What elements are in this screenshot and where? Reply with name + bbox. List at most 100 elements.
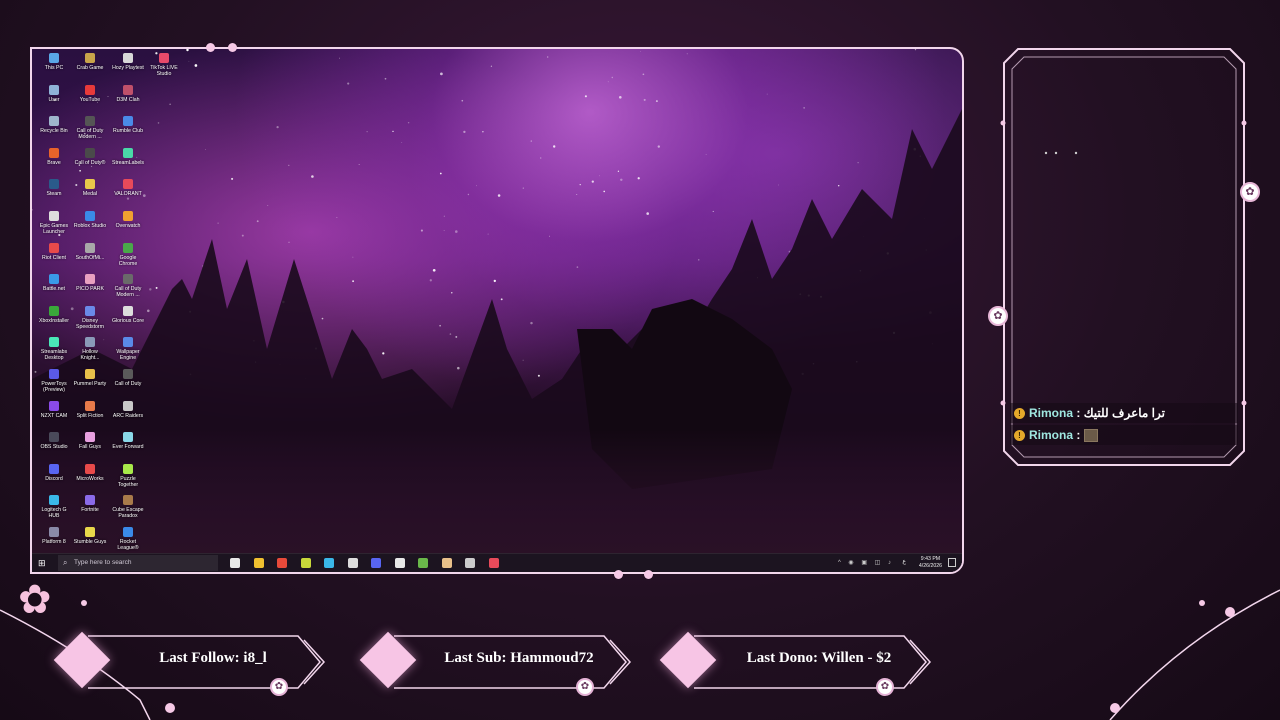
flower-icon: ✿ xyxy=(876,678,894,696)
taskbar-app-icon[interactable] xyxy=(230,558,240,568)
app-icon xyxy=(123,116,133,127)
desktop-icon[interactable]: Roblox Studio xyxy=(72,211,108,229)
last-follow-label: Last Follow: i8_l xyxy=(159,650,267,666)
desktop-icon[interactable]: Epic Games Launcher xyxy=(36,211,72,235)
chat-separator: : xyxy=(1073,428,1084,442)
desktop-icon[interactable]: OBS Studio xyxy=(36,432,72,450)
desktop-icon[interactable]: Call of Duty xyxy=(110,369,146,387)
desktop-icon[interactable]: Stumble Guys xyxy=(72,527,108,545)
desktop-icon[interactable]: Overwatch xyxy=(110,211,146,229)
desktop-icon[interactable]: Rumble Club xyxy=(110,116,146,134)
desktop-icon[interactable]: Puzzle Together xyxy=(110,463,146,488)
app-icon xyxy=(49,211,59,221)
app-icon xyxy=(85,242,95,253)
desktop-icon[interactable]: Call of Duty Modern ... xyxy=(72,116,108,140)
desktop-icon[interactable]: MicroWorks xyxy=(72,463,108,482)
desktop-icon-label: Call of Duty xyxy=(114,381,142,387)
desktop-icon[interactable]: Fortnite xyxy=(72,495,108,513)
desktop-icon[interactable]: Battle.net xyxy=(36,274,72,292)
taskbar-app-icon[interactable] xyxy=(418,558,428,568)
desktop-icon[interactable]: Medal xyxy=(72,179,108,197)
desktop-icon[interactable]: PowerToys (Preview) xyxy=(36,369,72,393)
desktop-icon[interactable]: TikTok LIVE Studio xyxy=(146,53,182,77)
app-icon xyxy=(85,84,95,95)
app-icon xyxy=(49,369,59,379)
last-dono-panel: Last Dono: Willen - $2 ✿ xyxy=(659,631,934,696)
desktop-icon[interactable]: Hollow Knight... xyxy=(72,337,108,361)
desktop-icon[interactable]: D3M Clah xyxy=(110,84,146,103)
taskbar-app-icon[interactable] xyxy=(300,558,311,568)
app-icon xyxy=(123,211,133,221)
desktop-icon[interactable]: Logitech G HUB xyxy=(36,495,72,519)
taskbar-app-icon[interactable] xyxy=(277,558,287,568)
taskbar-app-icon[interactable] xyxy=(394,558,405,568)
desktop-icon-label: Riot Client xyxy=(42,254,66,261)
desktop-icon[interactable]: NZXT CAM xyxy=(36,400,72,419)
app-icon xyxy=(123,305,133,316)
desktop-icon[interactable]: Rocket League® xyxy=(110,527,146,551)
taskbar-search-input[interactable]: ⌕ Type here to search xyxy=(58,555,218,571)
last-sub-panel: Last Sub: Hammoud72 ✿ xyxy=(359,631,634,696)
desktop-icon[interactable]: Glorious Core xyxy=(110,305,146,324)
desktop-icon[interactable]: VALORANT xyxy=(110,179,146,197)
chat-username: Rimona xyxy=(1029,406,1074,420)
desktop-icon[interactable]: ARC Raiders xyxy=(110,400,146,419)
desktop-icon[interactable]: Split Fiction xyxy=(72,400,108,419)
desktop-icon-label: Logitech G HUB xyxy=(41,507,67,520)
notification-icon[interactable] xyxy=(948,558,956,567)
desktop-icon[interactable]: SouthOfMi... xyxy=(72,242,108,261)
desktop-icon[interactable]: Streamlabs Desktop xyxy=(36,337,72,361)
desktop-icon[interactable]: PICO PARK xyxy=(72,274,108,292)
desktop-icon-label: Roblox Studio xyxy=(73,223,107,229)
desktop-icon-label: Cube Escape Paradox xyxy=(112,507,144,520)
desktop-icon[interactable]: Discord xyxy=(36,463,72,482)
taskbar-app-icon[interactable] xyxy=(441,558,452,568)
desktop-icon[interactable]: Brave xyxy=(36,147,72,166)
desktop-icon[interactable]: Pummel Party xyxy=(72,369,108,387)
desktop-icon[interactable]: Riot Client xyxy=(36,242,72,261)
desktop-icon[interactable]: Call of Duty® xyxy=(72,147,108,166)
emote-icon xyxy=(1083,429,1098,443)
desktop-icon[interactable]: Recycle Bin xyxy=(36,116,72,134)
app-icon xyxy=(85,400,95,411)
desktop-icon[interactable]: YouTube xyxy=(72,84,108,103)
app-icon xyxy=(49,527,59,537)
tray-icons[interactable]: ^ ◉ ▣ ◫ ♪ xyxy=(838,559,894,566)
badge-icon: ! xyxy=(1014,430,1025,442)
desktop-icon[interactable]: XboxInstaller xyxy=(36,305,72,324)
taskbar-app-icon[interactable] xyxy=(347,558,358,568)
flower-icon: ✿ xyxy=(988,306,1008,326)
windows-start-icon[interactable]: ⊞ xyxy=(38,558,48,568)
desktop-icon[interactable]: Call of Duty Modern ... xyxy=(110,274,146,298)
desktop-icon[interactable]: Ever Forward xyxy=(110,432,146,450)
desktop-icon-label: Rocket League® xyxy=(117,539,139,551)
desktop-icon[interactable]: Fall Guys xyxy=(72,432,108,450)
desktop-icon[interactable]: Cube Escape Paradox xyxy=(110,495,146,519)
desktop-icon[interactable]: Crab Game xyxy=(72,53,108,71)
desktop-icon[interactable]: User xyxy=(36,84,72,103)
app-icon xyxy=(85,432,95,443)
taskbar-app-icon[interactable] xyxy=(253,558,264,568)
desktop-icon[interactable]: StreamLabels xyxy=(110,147,146,166)
taskbar-app-icon[interactable] xyxy=(488,558,499,568)
desktop-icon[interactable]: Hozy Playtest xyxy=(110,53,146,71)
clock-time: 9:43 PM xyxy=(920,556,941,562)
sakura-flower-icon: ✿ xyxy=(18,578,52,622)
desktop-icon-label: Streamlabs Desktop xyxy=(40,349,68,362)
desktop-icon[interactable]: Disney Speedstorm xyxy=(72,305,108,330)
taskbar-clock[interactable]: 9:43 PM 4/26/2026 xyxy=(919,556,942,570)
desktop-icon-label: Pummel Party xyxy=(73,381,107,387)
app-icon xyxy=(123,53,133,63)
desktop-icon[interactable]: Wallpaper Engine xyxy=(110,337,146,361)
desktop-icon-label: Platform 8 xyxy=(42,539,66,545)
desktop-icon[interactable]: Steam xyxy=(36,179,72,197)
desktop-icon-label: Ever Forward xyxy=(112,444,144,451)
desktop-icon[interactable]: Platform 8 xyxy=(36,527,72,545)
taskbar-app-icon[interactable] xyxy=(371,558,381,568)
desktop-icon-label: User xyxy=(48,96,60,103)
desktop-icon[interactable]: This PC xyxy=(36,53,72,71)
desktop-icon[interactable]: Google Chrome xyxy=(110,242,146,267)
taskbar-app-icon[interactable] xyxy=(465,558,475,568)
language-indicator[interactable]: ع xyxy=(902,558,906,565)
taskbar-app-icon[interactable] xyxy=(324,558,334,568)
